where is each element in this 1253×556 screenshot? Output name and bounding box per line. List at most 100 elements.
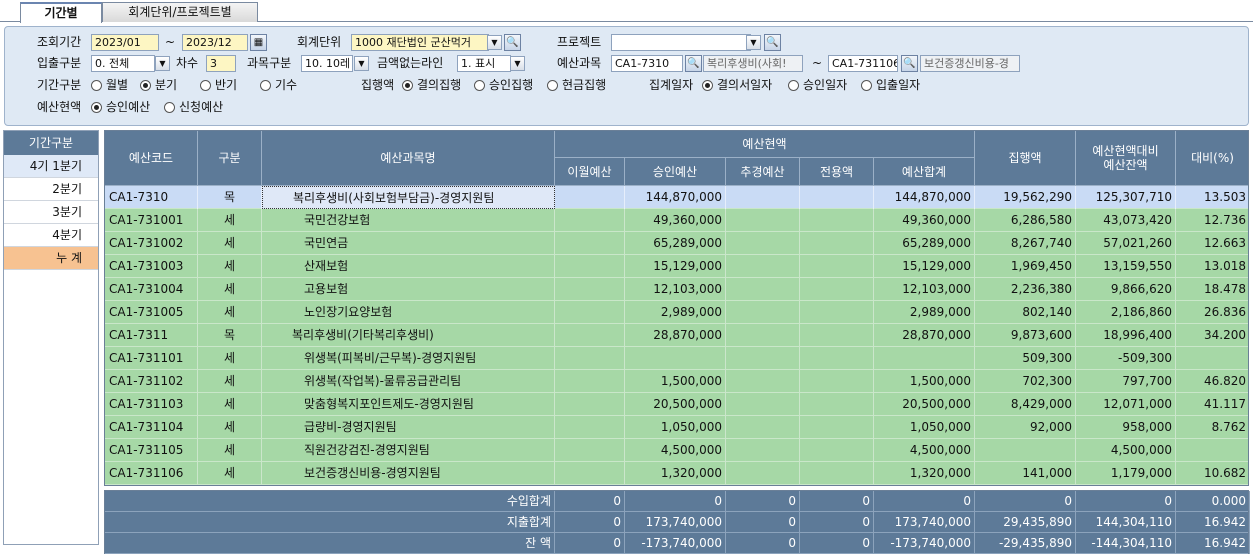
- cell-ratio[interactable]: 12.736: [1176, 209, 1248, 232]
- cell-transfer[interactable]: [800, 232, 874, 255]
- period-to-input[interactable]: 2023/12: [182, 34, 248, 51]
- cell-remain[interactable]: 797,700: [1076, 370, 1176, 393]
- round-input[interactable]: 3: [206, 55, 236, 72]
- cell-carry[interactable]: [555, 186, 625, 209]
- cell-total[interactable]: 1,320,000: [874, 462, 975, 485]
- exec-radio-resolution[interactable]: [402, 80, 413, 91]
- calendar-icon[interactable]: ▦: [250, 34, 267, 51]
- cell-total[interactable]: 144,870,000: [874, 186, 975, 209]
- cell-exec[interactable]: 2,236,380: [975, 278, 1076, 301]
- col-header-type[interactable]: 구분: [198, 131, 262, 186]
- cell-ratio[interactable]: [1176, 439, 1248, 462]
- cell-carry[interactable]: [555, 370, 625, 393]
- cell-exec[interactable]: 802,140: [975, 301, 1076, 324]
- cell-transfer[interactable]: [800, 393, 874, 416]
- cell-approved[interactable]: 1,320,000: [625, 462, 726, 485]
- cell-code[interactable]: CA1-731103: [105, 393, 198, 416]
- table-row[interactable]: CA1-731101 세 위생복(피복비/근무복)-경영지원팀 509,300 -509…: [105, 347, 1248, 370]
- cell-ratio[interactable]: 13.018: [1176, 255, 1248, 278]
- cell-transfer[interactable]: [800, 255, 874, 278]
- tab-unit-project[interactable]: 회계단위/프로젝트별: [102, 2, 258, 22]
- cell-supp[interactable]: [726, 278, 800, 301]
- table-row[interactable]: CA1-731004 세 고용보험 12,103,000 12,103,000 2,236…: [105, 278, 1248, 301]
- cell-exec[interactable]: 509,300: [975, 347, 1076, 370]
- io-select[interactable]: 0. 전체: [91, 55, 155, 72]
- cell-type[interactable]: 세: [198, 301, 262, 324]
- cell-type[interactable]: 세: [198, 393, 262, 416]
- cell-total[interactable]: 12,103,000: [874, 278, 975, 301]
- cell-exec[interactable]: [975, 439, 1076, 462]
- subject-chevron-down-icon[interactable]: ▼: [354, 56, 369, 71]
- cell-approved[interactable]: 28,870,000: [625, 324, 726, 347]
- cell-transfer[interactable]: [800, 278, 874, 301]
- cell-total[interactable]: 28,870,000: [874, 324, 975, 347]
- col-header-code[interactable]: 예산코드: [105, 131, 198, 186]
- project-search-icon[interactable]: 🔍: [764, 34, 781, 51]
- cell-ratio[interactable]: 34.200: [1176, 324, 1248, 347]
- cell-approved[interactable]: 15,129,000: [625, 255, 726, 278]
- cell-name[interactable]: 위생복(작업복)-물류공급관리팀: [262, 370, 555, 393]
- cell-approved[interactable]: 2,989,000: [625, 301, 726, 324]
- cell-ratio[interactable]: 41.117: [1176, 393, 1248, 416]
- cell-ratio[interactable]: [1176, 347, 1248, 370]
- col-header-approved[interactable]: 승인예산: [625, 158, 726, 186]
- cell-carry[interactable]: [555, 232, 625, 255]
- cell-approved[interactable]: 1,500,000: [625, 370, 726, 393]
- date-radio-resolution[interactable]: [702, 80, 713, 91]
- budget-from-search-icon[interactable]: 🔍: [685, 55, 702, 72]
- cell-supp[interactable]: [726, 393, 800, 416]
- cell-remain[interactable]: 12,071,000: [1076, 393, 1176, 416]
- cell-total[interactable]: 1,500,000: [874, 370, 975, 393]
- col-header-transfer[interactable]: 전용액: [800, 158, 874, 186]
- cell-carry[interactable]: [555, 209, 625, 232]
- cell-type[interactable]: 세: [198, 347, 262, 370]
- cell-carry[interactable]: [555, 462, 625, 485]
- cell-ratio[interactable]: 12.663: [1176, 232, 1248, 255]
- cell-code[interactable]: CA1-731102: [105, 370, 198, 393]
- col-header-remain[interactable]: 예산현액대비 예산잔액: [1076, 131, 1176, 186]
- cell-exec[interactable]: 9,873,600: [975, 324, 1076, 347]
- col-header-ratio[interactable]: 대비(%): [1176, 131, 1248, 186]
- cell-name[interactable]: 국민연금: [262, 232, 555, 255]
- budget-to-input[interactable]: CA1-731106: [828, 55, 898, 72]
- table-row[interactable]: CA1-731005 세 노인장기요양보험 2,989,000 2,989,000 802…: [105, 301, 1248, 324]
- cell-total[interactable]: 15,129,000: [874, 255, 975, 278]
- cell-exec[interactable]: 1,969,450: [975, 255, 1076, 278]
- cell-ratio[interactable]: 18.478: [1176, 278, 1248, 301]
- sidebar-item-q2[interactable]: 2분기: [4, 178, 98, 201]
- cell-transfer[interactable]: [800, 462, 874, 485]
- cell-supp[interactable]: [726, 255, 800, 278]
- cell-supp[interactable]: [726, 439, 800, 462]
- table-row[interactable]: CA1-731106 세 보건증갱신비용-경영지원팀 1,320,000 1,320,0…: [105, 462, 1248, 485]
- table-row[interactable]: CA1-7310 목 복리후생비(사회보험부담금)-경영지원팀 144,870,000…: [105, 186, 1248, 209]
- cell-supp[interactable]: [726, 462, 800, 485]
- cell-carry[interactable]: [555, 278, 625, 301]
- table-row[interactable]: CA1-7311 목 복리후생비(기타복리후생비) 28,870,000 28,870,…: [105, 324, 1248, 347]
- cell-name[interactable]: 보건증갱신비용-경영지원팀: [262, 462, 555, 485]
- cell-exec[interactable]: 6,286,580: [975, 209, 1076, 232]
- cell-total[interactable]: 2,989,000: [874, 301, 975, 324]
- exec-radio-approval[interactable]: [474, 80, 485, 91]
- cell-remain[interactable]: 4,500,000: [1076, 439, 1176, 462]
- cell-name[interactable]: 급량비-경영지원팀: [262, 416, 555, 439]
- cell-code[interactable]: CA1-731104: [105, 416, 198, 439]
- cell-code[interactable]: CA1-731002: [105, 232, 198, 255]
- cell-remain[interactable]: 125,307,710: [1076, 186, 1176, 209]
- cell-code[interactable]: CA1-731003: [105, 255, 198, 278]
- table-row[interactable]: CA1-731105 세 직원건강검진-경영지원팀 4,500,000 4,500,00…: [105, 439, 1248, 462]
- cell-ratio[interactable]: 8.762: [1176, 416, 1248, 439]
- cell-name[interactable]: 복리후생비(기타복리후생비): [262, 324, 555, 347]
- term-radio-quarter[interactable]: [140, 80, 151, 91]
- cell-approved[interactable]: 49,360,000: [625, 209, 726, 232]
- cell-code[interactable]: CA1-731101: [105, 347, 198, 370]
- subject-select[interactable]: 10. 10레: [301, 55, 353, 72]
- table-row[interactable]: CA1-731102 세 위생복(작업복)-물류공급관리팀 1,500,000 1,50…: [105, 370, 1248, 393]
- cell-type[interactable]: 세: [198, 462, 262, 485]
- period-from-input[interactable]: 2023/01: [91, 34, 159, 51]
- cell-remain[interactable]: 13,159,550: [1076, 255, 1176, 278]
- cell-approved[interactable]: 1,050,000: [625, 416, 726, 439]
- cell-carry[interactable]: [555, 439, 625, 462]
- cell-code[interactable]: CA1-731106: [105, 462, 198, 485]
- unit-chevron-down-icon[interactable]: ▼: [487, 35, 502, 50]
- sidebar-item-total[interactable]: 누 계: [4, 247, 98, 270]
